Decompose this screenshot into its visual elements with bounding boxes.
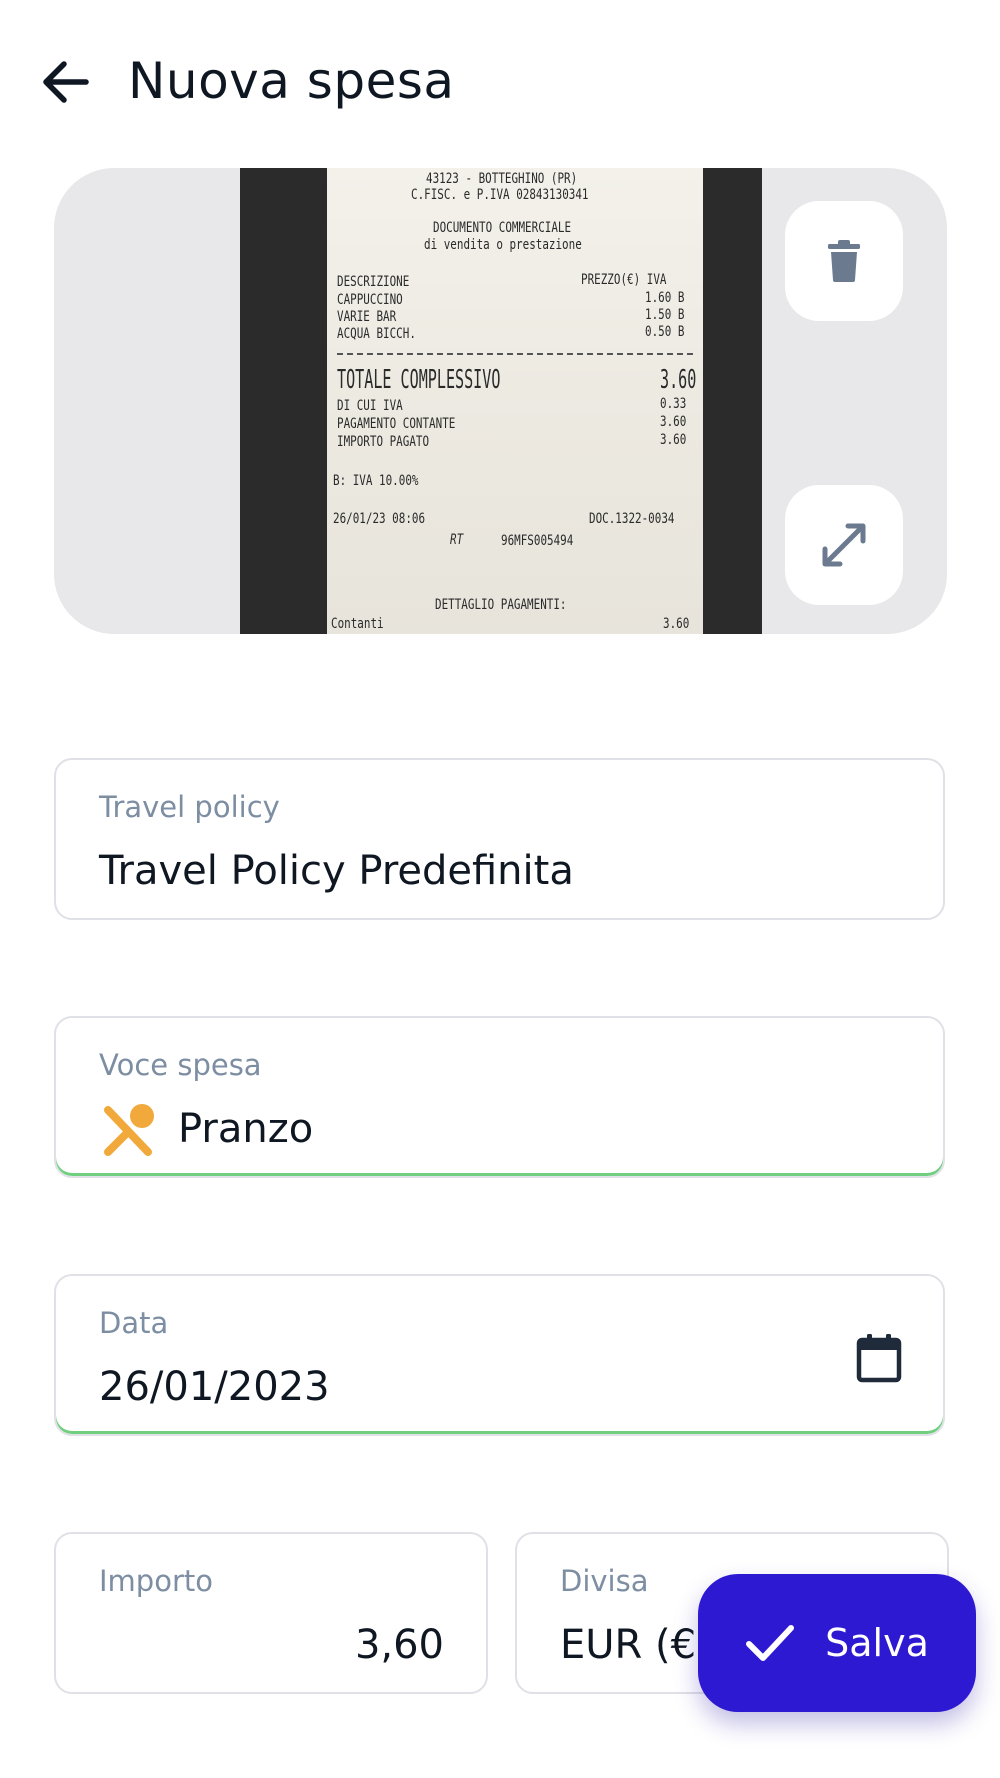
receipt-line: DI CUI IVA bbox=[337, 398, 403, 414]
voce-spesa-label: Voce spesa bbox=[99, 1048, 262, 1082]
receipt-line: 3.60 bbox=[663, 616, 690, 632]
save-button[interactable]: Salva bbox=[698, 1574, 976, 1712]
travel-policy-value: Travel Policy Predefinita bbox=[99, 848, 574, 894]
receipt-line: C.FISC. e P.IVA 02843130341 bbox=[411, 187, 589, 203]
receipt-total-value: 3.60 bbox=[660, 365, 697, 395]
receipt-line: 43123 - BOTTEGHINO (PR) bbox=[426, 171, 578, 187]
receipt-line: ACQUA BICCH. bbox=[337, 326, 416, 342]
receipt-line: 3.60 bbox=[660, 414, 687, 430]
receipt-line: DESCRIZIONE bbox=[337, 274, 410, 290]
receipt-line: 1.50 B bbox=[645, 307, 685, 323]
expand-receipt-button[interactable] bbox=[785, 485, 903, 605]
receipt-line: 0.50 B bbox=[645, 324, 685, 340]
receipt-line: 3.60 bbox=[660, 432, 687, 448]
trash-icon bbox=[828, 240, 860, 282]
amount-label: Importo bbox=[99, 1564, 213, 1598]
receipt-line: PAGAMENTO CONTANTE bbox=[337, 416, 456, 432]
amount-field[interactable]: Importo 3,60 bbox=[54, 1532, 488, 1694]
receipt-line: RT bbox=[450, 532, 464, 548]
expand-icon bbox=[822, 523, 866, 567]
date-label: Data bbox=[99, 1306, 169, 1340]
arrow-left-icon bbox=[43, 61, 89, 103]
receipt-line: B: IVA 10.00% bbox=[333, 473, 419, 489]
delete-receipt-button[interactable] bbox=[785, 201, 903, 321]
page-title: Nuova spesa bbox=[128, 52, 455, 110]
receipt-line: 26/01/23 08:06 bbox=[333, 511, 426, 527]
receipt-photo[interactable]: 43123 - BOTTEGHINO (PR) C.FISC. e P.IVA … bbox=[240, 168, 762, 634]
receipt-line: 96MFS005494 bbox=[501, 533, 574, 549]
back-button[interactable] bbox=[38, 55, 92, 109]
receipt-line: di vendita o prestazione bbox=[424, 237, 582, 253]
receipt-line: DOC.1322-0034 bbox=[589, 511, 675, 527]
date-field[interactable]: Data 26/01/2023 bbox=[54, 1274, 945, 1436]
calendar-icon[interactable] bbox=[855, 1332, 903, 1384]
receipt-divider bbox=[337, 353, 693, 355]
receipt-line: Contanti bbox=[331, 616, 384, 632]
amount-value: 3,60 bbox=[354, 1622, 444, 1668]
travel-policy-field[interactable]: Travel policy Travel Policy Predefinita bbox=[54, 758, 945, 920]
receipt-line: 1.60 B bbox=[645, 290, 685, 306]
receipt-line: IMPORTO PAGATO bbox=[337, 434, 430, 450]
currency-label: Divisa bbox=[560, 1564, 649, 1598]
receipt-total-label: TOTALE COMPLESSIVO bbox=[337, 365, 501, 395]
save-label: Salva bbox=[825, 1621, 929, 1665]
check-icon bbox=[746, 1625, 795, 1661]
voce-spesa-field[interactable]: Voce spesa Pranzo bbox=[54, 1016, 945, 1178]
receipt-line: VARIE BAR bbox=[337, 309, 397, 325]
currency-value: EUR (€) bbox=[560, 1622, 712, 1668]
receipt-line: 0.33 bbox=[660, 396, 687, 412]
receipt-line: DETTAGLIO PAGAMENTI: bbox=[435, 597, 567, 613]
date-value: 26/01/2023 bbox=[99, 1364, 330, 1410]
receipt-line: CAPPUCCINO bbox=[337, 292, 403, 308]
cutlery-icon bbox=[104, 1104, 154, 1156]
app-header: Nuova spesa bbox=[0, 0, 1000, 170]
receipt-paper: 43123 - BOTTEGHINO (PR) C.FISC. e P.IVA … bbox=[327, 168, 703, 634]
receipt-line: PREZZO(€) IVA bbox=[581, 272, 667, 288]
voce-spesa-value: Pranzo bbox=[178, 1106, 314, 1152]
receipt-line: DOCUMENTO COMMERCIALE bbox=[433, 220, 572, 236]
travel-policy-label: Travel policy bbox=[99, 790, 280, 824]
receipt-preview: 43123 - BOTTEGHINO (PR) C.FISC. e P.IVA … bbox=[54, 168, 947, 634]
